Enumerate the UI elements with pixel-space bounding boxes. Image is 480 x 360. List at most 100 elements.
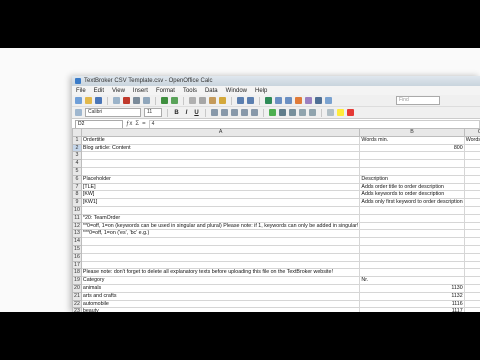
row-header[interactable]: 4 xyxy=(72,159,82,168)
cell[interactable]: Ordertitle xyxy=(80,135,361,145)
sort-descending-icon[interactable] xyxy=(285,97,292,104)
new-icon[interactable] xyxy=(75,97,82,104)
cell[interactable] xyxy=(463,198,480,207)
cell[interactable]: Words max. xyxy=(463,135,480,145)
cell[interactable] xyxy=(463,268,480,278)
cell[interactable] xyxy=(359,229,465,239)
paste-icon[interactable] xyxy=(209,97,216,104)
title-bar[interactable]: TextBroker CSV Template.csv - OpenOffice… xyxy=(72,76,480,86)
cell[interactable] xyxy=(463,299,480,309)
cell[interactable] xyxy=(463,260,480,270)
cell[interactable] xyxy=(80,151,361,161)
function-wizard-icon[interactable]: ƒx xyxy=(126,121,132,127)
add-decimal-icon[interactable] xyxy=(299,109,306,116)
row-header[interactable]: 6 xyxy=(72,174,82,184)
cell[interactable]: Adds only first keyword to order descrip… xyxy=(359,198,465,207)
open-icon[interactable] xyxy=(85,97,92,104)
navigator-icon[interactable] xyxy=(325,97,332,104)
font-name-combo[interactable]: Calibri xyxy=(85,108,141,117)
cell[interactable] xyxy=(359,260,465,270)
cell[interactable]: Adds order title to order description xyxy=(359,182,465,192)
autospell-icon[interactable] xyxy=(171,97,178,104)
find-input[interactable]: Find xyxy=(396,96,440,105)
row-header[interactable]: 16 xyxy=(72,252,82,262)
row-header[interactable]: 13 xyxy=(72,229,82,239)
cell[interactable]: *20: TeamOrder xyxy=(80,213,361,223)
cell[interactable] xyxy=(80,166,361,176)
cell[interactable] xyxy=(463,182,480,192)
align-left-icon[interactable] xyxy=(211,109,218,116)
cell[interactable] xyxy=(463,174,480,184)
row-header[interactable]: 15 xyxy=(72,244,82,254)
undo-icon[interactable] xyxy=(237,97,244,104)
cell[interactable] xyxy=(80,159,361,168)
cell[interactable] xyxy=(463,244,480,254)
cell[interactable]: Please note: don't forget to delete all … xyxy=(80,268,361,278)
cell[interactable] xyxy=(463,151,480,161)
cell[interactable]: 800 xyxy=(359,143,465,153)
cell[interactable] xyxy=(359,268,465,278)
cell[interactable]: Nr. xyxy=(359,276,465,285)
row-header[interactable]: 14 xyxy=(72,237,82,246)
page-preview-icon[interactable] xyxy=(143,97,150,104)
row-header[interactable]: 17 xyxy=(72,260,82,270)
underline-icon[interactable]: U xyxy=(193,110,200,116)
select-all-corner[interactable] xyxy=(72,128,82,137)
cell[interactable] xyxy=(359,205,465,215)
column-header-a[interactable]: A xyxy=(80,128,361,137)
save-icon[interactable] xyxy=(95,97,102,104)
menu-insert[interactable]: Insert xyxy=(133,88,148,94)
row-header[interactable]: 20 xyxy=(72,283,82,293)
menu-view[interactable]: View xyxy=(112,88,125,94)
row-header[interactable]: 9 xyxy=(72,198,82,207)
hyperlink-icon[interactable] xyxy=(265,97,272,104)
row-header[interactable]: 2 xyxy=(72,143,82,153)
cell[interactable] xyxy=(359,151,465,161)
styles-icon[interactable] xyxy=(75,109,82,116)
italic-icon[interactable]: I xyxy=(183,110,190,116)
align-right-icon[interactable] xyxy=(231,109,238,116)
cell[interactable] xyxy=(80,252,361,262)
row-header[interactable]: 18 xyxy=(72,268,82,278)
cell[interactable] xyxy=(463,283,480,293)
cell[interactable]: 1000 xyxy=(463,143,480,153)
cell[interactable]: Adds keywords to order description xyxy=(359,190,465,200)
row-header[interactable]: 19 xyxy=(72,276,82,285)
cell[interactable] xyxy=(463,252,480,262)
cell[interactable] xyxy=(463,229,480,239)
font-color-icon[interactable] xyxy=(347,109,354,116)
cell[interactable] xyxy=(463,291,480,301)
menu-window[interactable]: Window xyxy=(226,88,247,94)
merge-cells-icon[interactable] xyxy=(251,109,258,116)
spellcheck-icon[interactable] xyxy=(161,97,168,104)
show-draw-functions-icon[interactable] xyxy=(305,97,312,104)
export-pdf-icon[interactable] xyxy=(123,97,130,104)
row-header[interactable]: 22 xyxy=(72,299,82,309)
cell[interactable] xyxy=(359,237,465,246)
delete-decimal-icon[interactable] xyxy=(309,109,316,116)
bold-icon[interactable]: B xyxy=(173,110,180,116)
cell[interactable]: **0=off, 1=on (keywords can be used in s… xyxy=(80,221,361,231)
cell[interactable]: [TLE] xyxy=(80,182,361,192)
cell[interactable] xyxy=(359,244,465,254)
font-size-combo[interactable]: 11 xyxy=(144,108,162,117)
cell[interactable] xyxy=(359,159,465,168)
chart-icon[interactable] xyxy=(295,97,302,104)
print-icon[interactable] xyxy=(133,97,140,104)
cell[interactable] xyxy=(359,213,465,223)
cell[interactable]: Description xyxy=(359,174,465,184)
cell[interactable] xyxy=(359,166,465,176)
cell[interactable] xyxy=(463,237,480,246)
row-header[interactable]: 8 xyxy=(72,190,82,200)
cell[interactable]: 1132 xyxy=(359,291,465,301)
cell[interactable] xyxy=(80,237,361,246)
column-header-c[interactable]: C xyxy=(463,128,480,137)
find-replace-icon[interactable] xyxy=(315,97,322,104)
cell[interactable]: ***0=off, 1=on ('es', 'bc' e.g.) xyxy=(80,229,361,239)
background-color-icon[interactable] xyxy=(337,109,344,116)
spreadsheet-grid[interactable]: ABCDEFGH 1OrdertitleWords min.Words max.… xyxy=(72,128,480,312)
menu-tools[interactable]: Tools xyxy=(183,88,197,94)
cell[interactable] xyxy=(463,276,480,285)
cell[interactable] xyxy=(80,244,361,254)
percent-icon[interactable] xyxy=(279,109,286,116)
